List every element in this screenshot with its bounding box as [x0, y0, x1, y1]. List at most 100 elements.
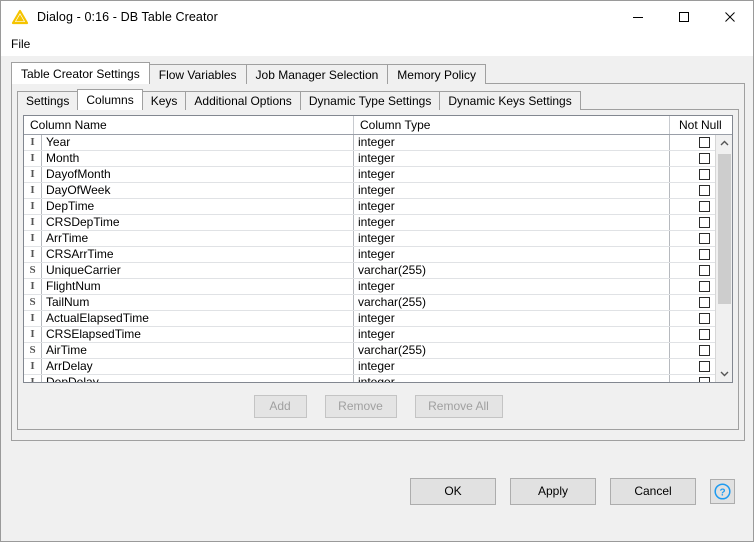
not-null-checkbox[interactable] [699, 249, 710, 260]
minimize-button[interactable] [615, 1, 661, 33]
cancel-button[interactable]: Cancel [610, 477, 696, 505]
cell-column-type[interactable]: integer [354, 151, 670, 166]
apply-button[interactable]: Apply [510, 477, 596, 505]
not-null-checkbox[interactable] [699, 313, 710, 324]
cell-column-name[interactable]: Month [42, 151, 354, 166]
scrollbar-track[interactable] [716, 152, 732, 365]
cell-column-name[interactable]: DepDelay [42, 375, 354, 382]
column-header-column-name[interactable]: Column Name [24, 116, 354, 134]
cell-column-name[interactable]: ActualElapsedTime [42, 311, 354, 326]
tab-columns[interactable]: Columns [77, 89, 143, 110]
not-null-checkbox[interactable] [699, 233, 710, 244]
table-row[interactable]: I ActualElapsedTime integer [24, 311, 715, 327]
not-null-checkbox[interactable] [699, 329, 710, 340]
cell-column-name[interactable]: AirTime [42, 343, 354, 358]
cell-column-name[interactable]: DepTime [42, 199, 354, 214]
cell-column-type[interactable]: integer [354, 311, 670, 326]
cell-not-null[interactable] [670, 295, 715, 310]
tab-table-creator-settings[interactable]: Table Creator Settings [11, 62, 150, 84]
table-row[interactable]: I FlightNum integer [24, 279, 715, 295]
tab-dynamic-keys-settings[interactable]: Dynamic Keys Settings [439, 91, 581, 110]
cell-not-null[interactable] [670, 359, 715, 374]
cell-not-null[interactable] [670, 215, 715, 230]
help-button[interactable]: ? [710, 478, 735, 504]
tab-job-manager-selection[interactable]: Job Manager Selection [245, 64, 389, 84]
remove-button[interactable]: Remove [324, 395, 397, 418]
cell-column-type[interactable]: integer [354, 183, 670, 198]
table-vertical-scrollbar[interactable] [715, 135, 732, 382]
not-null-checkbox[interactable] [699, 361, 710, 372]
cell-column-type[interactable]: varchar(255) [354, 343, 670, 358]
table-row[interactable]: I DayofMonth integer [24, 167, 715, 183]
cell-column-name[interactable]: TailNum [42, 295, 354, 310]
column-header-column-type[interactable]: Column Type [354, 116, 670, 134]
table-row[interactable]: S TailNum varchar(255) [24, 295, 715, 311]
not-null-checkbox[interactable] [699, 201, 710, 212]
table-row[interactable]: I CRSElapsedTime integer [24, 327, 715, 343]
table-row[interactable]: I DepDelay integer [24, 375, 715, 382]
tab-settings[interactable]: Settings [17, 91, 79, 110]
not-null-checkbox[interactable] [699, 281, 710, 292]
cell-not-null[interactable] [670, 231, 715, 246]
tab-additional-options[interactable]: Additional Options [185, 91, 301, 110]
table-row[interactable]: I Month integer [24, 151, 715, 167]
table-row[interactable]: I DayOfWeek integer [24, 183, 715, 199]
cell-not-null[interactable] [670, 343, 715, 358]
cell-column-name[interactable]: FlightNum [42, 279, 354, 294]
cell-not-null[interactable] [670, 311, 715, 326]
cell-column-type[interactable]: integer [354, 279, 670, 294]
cell-column-name[interactable]: CRSArrTime [42, 247, 354, 262]
cell-column-name[interactable]: ArrDelay [42, 359, 354, 374]
table-row[interactable]: I Year integer [24, 135, 715, 151]
not-null-checkbox[interactable] [699, 217, 710, 228]
add-button[interactable]: Add [253, 395, 307, 418]
cell-column-name[interactable]: CRSElapsedTime [42, 327, 354, 342]
cell-column-type[interactable]: integer [354, 215, 670, 230]
not-null-checkbox[interactable] [699, 153, 710, 164]
cell-not-null[interactable] [670, 135, 715, 150]
cell-not-null[interactable] [670, 151, 715, 166]
cell-not-null[interactable] [670, 375, 715, 382]
cell-not-null[interactable] [670, 183, 715, 198]
not-null-checkbox[interactable] [699, 137, 710, 148]
cell-column-type[interactable]: integer [354, 231, 670, 246]
cell-column-type[interactable]: integer [354, 135, 670, 150]
cell-not-null[interactable] [670, 167, 715, 182]
not-null-checkbox[interactable] [699, 169, 710, 180]
cell-not-null[interactable] [670, 199, 715, 214]
not-null-checkbox[interactable] [699, 265, 710, 276]
cell-column-name[interactable]: Year [42, 135, 354, 150]
tab-flow-variables[interactable]: Flow Variables [148, 64, 247, 84]
not-null-checkbox[interactable] [699, 377, 710, 382]
not-null-checkbox[interactable] [699, 185, 710, 196]
column-header-not-null[interactable]: Not Null [670, 116, 732, 134]
table-row[interactable]: I ArrTime integer [24, 231, 715, 247]
cell-column-type[interactable]: integer [354, 167, 670, 182]
cell-column-type[interactable]: varchar(255) [354, 295, 670, 310]
scroll-down-icon[interactable] [716, 365, 732, 382]
cell-column-type[interactable]: integer [354, 375, 670, 382]
close-button[interactable] [707, 1, 753, 33]
cell-not-null[interactable] [670, 327, 715, 342]
cell-column-name[interactable]: UniqueCarrier [42, 263, 354, 278]
cell-column-name[interactable]: ArrTime [42, 231, 354, 246]
menu-item-file[interactable]: File [1, 35, 38, 53]
cell-column-type[interactable]: integer [354, 199, 670, 214]
cell-not-null[interactable] [670, 279, 715, 294]
not-null-checkbox[interactable] [699, 297, 710, 308]
table-row[interactable]: S UniqueCarrier varchar(255) [24, 263, 715, 279]
cell-not-null[interactable] [670, 247, 715, 262]
table-row[interactable]: S AirTime varchar(255) [24, 343, 715, 359]
cell-column-type[interactable]: integer [354, 247, 670, 262]
table-row[interactable]: I DepTime integer [24, 199, 715, 215]
table-row[interactable]: I ArrDelay integer [24, 359, 715, 375]
maximize-button[interactable] [661, 1, 707, 33]
tab-keys[interactable]: Keys [141, 91, 187, 110]
cell-column-type[interactable]: integer [354, 359, 670, 374]
tab-dynamic-type-settings[interactable]: Dynamic Type Settings [299, 91, 441, 110]
table-row[interactable]: I CRSDepTime integer [24, 215, 715, 231]
not-null-checkbox[interactable] [699, 345, 710, 356]
cell-column-type[interactable]: varchar(255) [354, 263, 670, 278]
scroll-up-icon[interactable] [716, 135, 732, 152]
cell-column-name[interactable]: DayofMonth [42, 167, 354, 182]
